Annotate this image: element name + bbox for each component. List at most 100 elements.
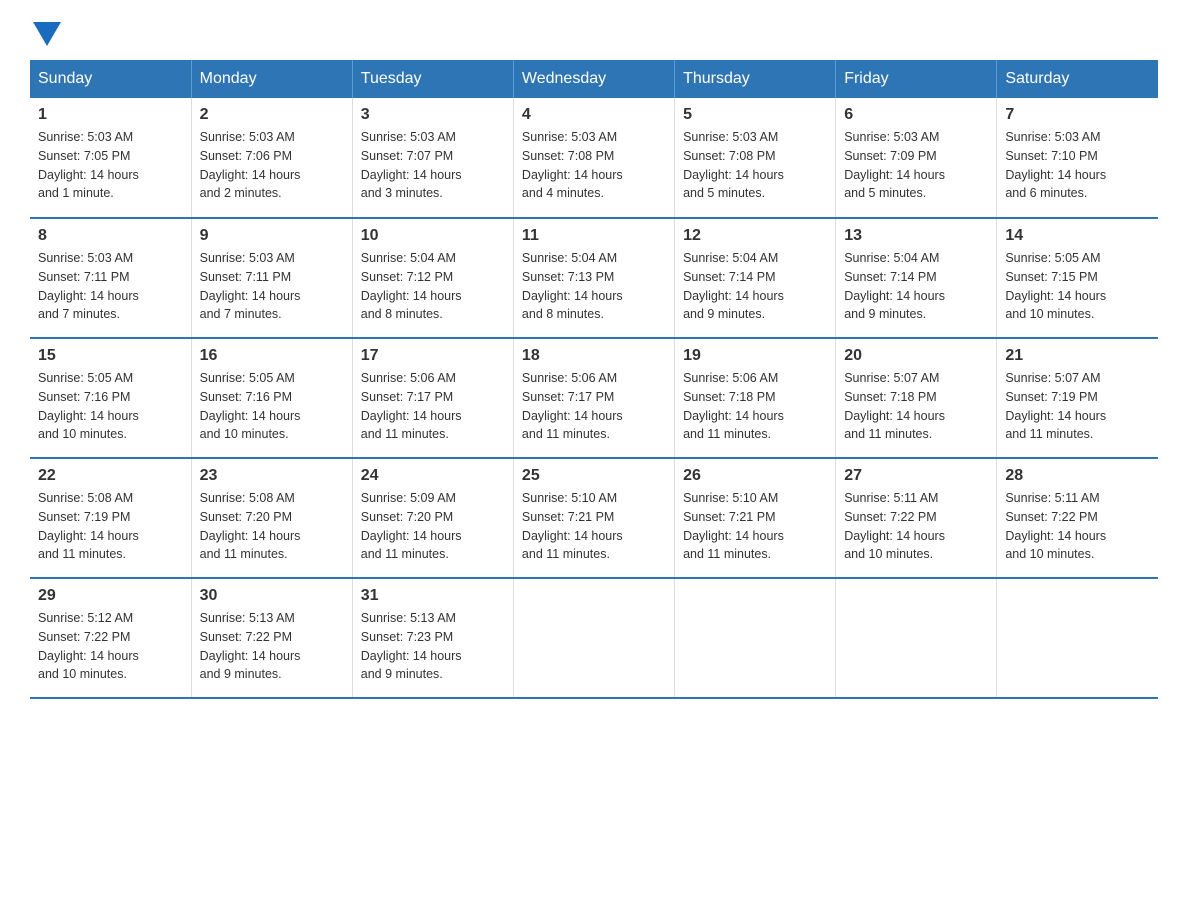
calendar-day-cell: 3 Sunrise: 5:03 AMSunset: 7:07 PMDayligh… [352, 98, 513, 218]
calendar-week-row: 29 Sunrise: 5:12 AMSunset: 7:22 PMDaylig… [30, 578, 1158, 698]
day-info: Sunrise: 5:05 AMSunset: 7:16 PMDaylight:… [200, 369, 344, 444]
day-info: Sunrise: 5:03 AMSunset: 7:05 PMDaylight:… [38, 128, 183, 203]
day-info: Sunrise: 5:12 AMSunset: 7:22 PMDaylight:… [38, 609, 183, 684]
calendar-day-cell: 19 Sunrise: 5:06 AMSunset: 7:18 PMDaylig… [675, 338, 836, 458]
calendar-day-cell: 10 Sunrise: 5:04 AMSunset: 7:12 PMDaylig… [352, 218, 513, 338]
day-number: 7 [1005, 106, 1150, 124]
day-number: 24 [361, 467, 505, 485]
calendar-day-cell: 17 Sunrise: 5:06 AMSunset: 7:17 PMDaylig… [352, 338, 513, 458]
day-info: Sunrise: 5:13 AMSunset: 7:22 PMDaylight:… [200, 609, 344, 684]
calendar-day-cell: 31 Sunrise: 5:13 AMSunset: 7:23 PMDaylig… [352, 578, 513, 698]
day-number: 29 [38, 587, 183, 605]
calendar-day-cell: 26 Sunrise: 5:10 AMSunset: 7:21 PMDaylig… [675, 458, 836, 578]
day-info: Sunrise: 5:06 AMSunset: 7:18 PMDaylight:… [683, 369, 827, 444]
day-number: 10 [361, 227, 505, 245]
day-info: Sunrise: 5:03 AMSunset: 7:07 PMDaylight:… [361, 128, 505, 203]
day-number: 22 [38, 467, 183, 485]
day-info: Sunrise: 5:10 AMSunset: 7:21 PMDaylight:… [522, 489, 666, 564]
day-info: Sunrise: 5:06 AMSunset: 7:17 PMDaylight:… [522, 369, 666, 444]
day-info: Sunrise: 5:09 AMSunset: 7:20 PMDaylight:… [361, 489, 505, 564]
day-info: Sunrise: 5:05 AMSunset: 7:15 PMDaylight:… [1005, 249, 1150, 324]
weekday-header-sunday: Sunday [30, 60, 191, 98]
day-number: 2 [200, 106, 344, 124]
calendar-day-cell: 1 Sunrise: 5:03 AMSunset: 7:05 PMDayligh… [30, 98, 191, 218]
calendar-day-cell: 8 Sunrise: 5:03 AMSunset: 7:11 PMDayligh… [30, 218, 191, 338]
logo [30, 20, 61, 42]
calendar-day-cell: 9 Sunrise: 5:03 AMSunset: 7:11 PMDayligh… [191, 218, 352, 338]
day-info: Sunrise: 5:04 AMSunset: 7:14 PMDaylight:… [844, 249, 988, 324]
day-info: Sunrise: 5:11 AMSunset: 7:22 PMDaylight:… [1005, 489, 1150, 564]
day-info: Sunrise: 5:08 AMSunset: 7:19 PMDaylight:… [38, 489, 183, 564]
calendar-day-cell: 25 Sunrise: 5:10 AMSunset: 7:21 PMDaylig… [513, 458, 674, 578]
day-info: Sunrise: 5:13 AMSunset: 7:23 PMDaylight:… [361, 609, 505, 684]
weekday-header-row: SundayMondayTuesdayWednesdayThursdayFrid… [30, 60, 1158, 98]
day-info: Sunrise: 5:03 AMSunset: 7:11 PMDaylight:… [200, 249, 344, 324]
calendar-day-cell: 28 Sunrise: 5:11 AMSunset: 7:22 PMDaylig… [997, 458, 1158, 578]
day-number: 16 [200, 347, 344, 365]
day-info: Sunrise: 5:04 AMSunset: 7:14 PMDaylight:… [683, 249, 827, 324]
calendar-day-cell: 11 Sunrise: 5:04 AMSunset: 7:13 PMDaylig… [513, 218, 674, 338]
calendar-week-row: 22 Sunrise: 5:08 AMSunset: 7:19 PMDaylig… [30, 458, 1158, 578]
day-info: Sunrise: 5:10 AMSunset: 7:21 PMDaylight:… [683, 489, 827, 564]
day-info: Sunrise: 5:03 AMSunset: 7:08 PMDaylight:… [683, 128, 827, 203]
day-number: 31 [361, 587, 505, 605]
day-number: 25 [522, 467, 666, 485]
day-number: 15 [38, 347, 183, 365]
calendar-week-row: 1 Sunrise: 5:03 AMSunset: 7:05 PMDayligh… [30, 98, 1158, 218]
day-info: Sunrise: 5:08 AMSunset: 7:20 PMDaylight:… [200, 489, 344, 564]
calendar-day-cell [836, 578, 997, 698]
weekday-header-wednesday: Wednesday [513, 60, 674, 98]
day-number: 17 [361, 347, 505, 365]
day-number: 12 [683, 227, 827, 245]
weekday-header-saturday: Saturday [997, 60, 1158, 98]
day-info: Sunrise: 5:05 AMSunset: 7:16 PMDaylight:… [38, 369, 183, 444]
calendar-table: SundayMondayTuesdayWednesdayThursdayFrid… [30, 60, 1158, 699]
day-number: 1 [38, 106, 183, 124]
day-number: 23 [200, 467, 344, 485]
weekday-header-monday: Monday [191, 60, 352, 98]
logo-icon [33, 22, 61, 46]
calendar-day-cell: 21 Sunrise: 5:07 AMSunset: 7:19 PMDaylig… [997, 338, 1158, 458]
calendar-day-cell: 22 Sunrise: 5:08 AMSunset: 7:19 PMDaylig… [30, 458, 191, 578]
calendar-day-cell [675, 578, 836, 698]
day-number: 19 [683, 347, 827, 365]
day-info: Sunrise: 5:04 AMSunset: 7:12 PMDaylight:… [361, 249, 505, 324]
calendar-day-cell [997, 578, 1158, 698]
calendar-day-cell: 5 Sunrise: 5:03 AMSunset: 7:08 PMDayligh… [675, 98, 836, 218]
calendar-day-cell [513, 578, 674, 698]
calendar-week-row: 8 Sunrise: 5:03 AMSunset: 7:11 PMDayligh… [30, 218, 1158, 338]
day-number: 27 [844, 467, 988, 485]
day-number: 30 [200, 587, 344, 605]
day-info: Sunrise: 5:04 AMSunset: 7:13 PMDaylight:… [522, 249, 666, 324]
day-info: Sunrise: 5:03 AMSunset: 7:09 PMDaylight:… [844, 128, 988, 203]
day-info: Sunrise: 5:07 AMSunset: 7:19 PMDaylight:… [1005, 369, 1150, 444]
day-info: Sunrise: 5:03 AMSunset: 7:06 PMDaylight:… [200, 128, 344, 203]
day-info: Sunrise: 5:03 AMSunset: 7:08 PMDaylight:… [522, 128, 666, 203]
day-number: 8 [38, 227, 183, 245]
day-number: 9 [200, 227, 344, 245]
calendar-day-cell: 29 Sunrise: 5:12 AMSunset: 7:22 PMDaylig… [30, 578, 191, 698]
day-number: 28 [1005, 467, 1150, 485]
calendar-day-cell: 6 Sunrise: 5:03 AMSunset: 7:09 PMDayligh… [836, 98, 997, 218]
day-number: 4 [522, 106, 666, 124]
day-info: Sunrise: 5:06 AMSunset: 7:17 PMDaylight:… [361, 369, 505, 444]
calendar-day-cell: 18 Sunrise: 5:06 AMSunset: 7:17 PMDaylig… [513, 338, 674, 458]
weekday-header-tuesday: Tuesday [352, 60, 513, 98]
page-header [30, 20, 1158, 42]
calendar-day-cell: 20 Sunrise: 5:07 AMSunset: 7:18 PMDaylig… [836, 338, 997, 458]
day-info: Sunrise: 5:03 AMSunset: 7:11 PMDaylight:… [38, 249, 183, 324]
day-info: Sunrise: 5:03 AMSunset: 7:10 PMDaylight:… [1005, 128, 1150, 203]
calendar-body: 1 Sunrise: 5:03 AMSunset: 7:05 PMDayligh… [30, 98, 1158, 698]
calendar-day-cell: 12 Sunrise: 5:04 AMSunset: 7:14 PMDaylig… [675, 218, 836, 338]
weekday-header-thursday: Thursday [675, 60, 836, 98]
day-info: Sunrise: 5:11 AMSunset: 7:22 PMDaylight:… [844, 489, 988, 564]
calendar-week-row: 15 Sunrise: 5:05 AMSunset: 7:16 PMDaylig… [30, 338, 1158, 458]
calendar-day-cell: 27 Sunrise: 5:11 AMSunset: 7:22 PMDaylig… [836, 458, 997, 578]
day-number: 18 [522, 347, 666, 365]
day-info: Sunrise: 5:07 AMSunset: 7:18 PMDaylight:… [844, 369, 988, 444]
day-number: 6 [844, 106, 988, 124]
calendar-day-cell: 2 Sunrise: 5:03 AMSunset: 7:06 PMDayligh… [191, 98, 352, 218]
day-number: 5 [683, 106, 827, 124]
day-number: 13 [844, 227, 988, 245]
calendar-day-cell: 30 Sunrise: 5:13 AMSunset: 7:22 PMDaylig… [191, 578, 352, 698]
